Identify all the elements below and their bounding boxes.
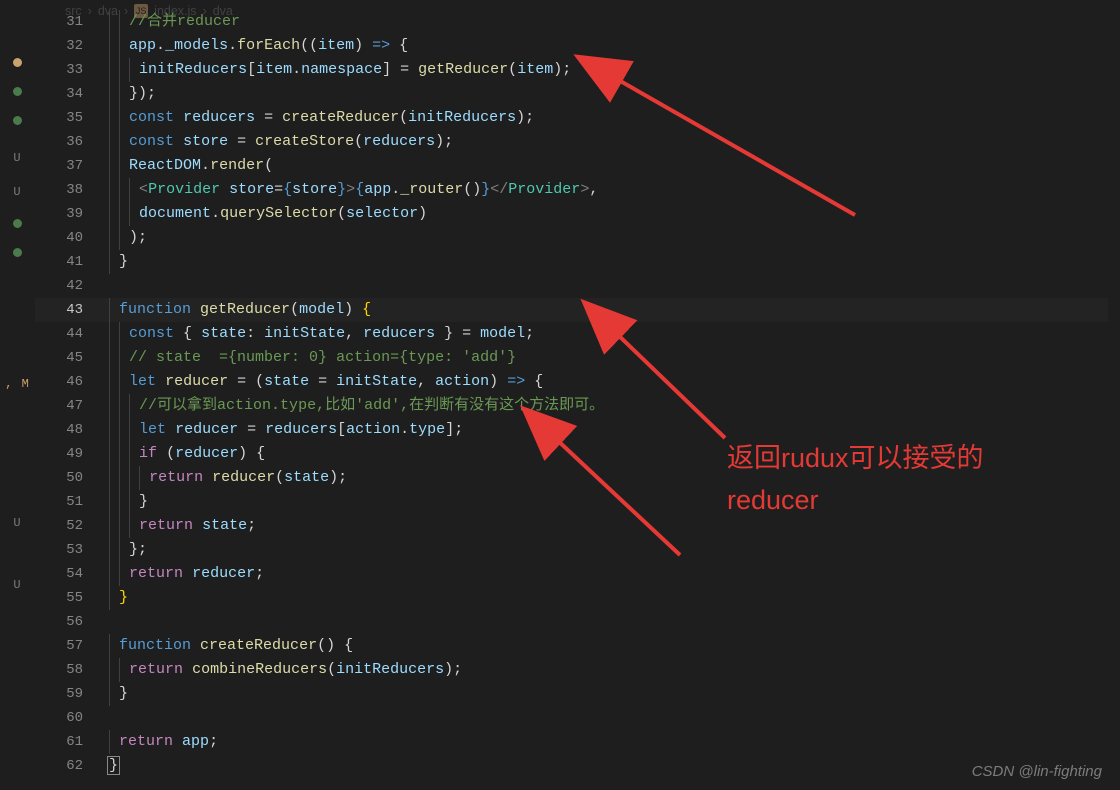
gutter-dot-added-icon [13, 219, 22, 228]
scm-mark: U [0, 151, 35, 165]
line-number[interactable]: 37 [35, 154, 109, 178]
line-number[interactable]: 57 [35, 634, 109, 658]
scm-decoration-rail: U U , M U U [0, 0, 35, 790]
line-number[interactable]: 40 [35, 226, 109, 250]
code-line[interactable]: 46 let reducer = (state = initState, act… [35, 370, 1120, 394]
code-line[interactable]: 33 initReducers[item.namespace] = getRed… [35, 58, 1120, 82]
line-number[interactable]: 52 [35, 514, 109, 538]
code-line[interactable]: 53 }; [35, 538, 1120, 562]
code-content[interactable]: }; [109, 538, 1120, 562]
code-content[interactable]: function getReducer(model) { [109, 298, 1120, 322]
code-line[interactable]: 36 const store = createStore(reducers); [35, 130, 1120, 154]
code-content[interactable]: ); [109, 226, 1120, 250]
code-content[interactable]: } [109, 682, 1120, 706]
line-number[interactable]: 36 [35, 130, 109, 154]
code-line[interactable]: 59 } [35, 682, 1120, 706]
code-content[interactable]: const reducers = createReducer(initReduc… [109, 106, 1120, 130]
line-number[interactable]: 62 [35, 754, 109, 778]
line-number[interactable]: 58 [35, 658, 109, 682]
code-content[interactable]: } [109, 586, 1120, 610]
code-line[interactable]: 31 //合并reducer [35, 10, 1120, 34]
code-content[interactable]: //合并reducer [109, 10, 1120, 34]
line-number[interactable]: 49 [35, 442, 109, 466]
gutter-dot-modified-icon [13, 58, 22, 67]
line-number[interactable]: 54 [35, 562, 109, 586]
code-line[interactable]: 43 function getReducer(model) { [35, 298, 1120, 322]
line-number[interactable]: 35 [35, 106, 109, 130]
line-number[interactable]: 59 [35, 682, 109, 706]
code-content[interactable]: document.querySelector(selector) [109, 202, 1120, 226]
code-area[interactable]: 31 //合并reducer32 app._models.forEach((it… [35, 10, 1120, 790]
line-number[interactable]: 31 [35, 10, 109, 34]
code-content[interactable]: // state ={number: 0} action={type: 'add… [109, 346, 1120, 370]
line-number[interactable]: 55 [35, 586, 109, 610]
code-line[interactable]: 34 }); [35, 82, 1120, 106]
code-line[interactable]: 41 } [35, 250, 1120, 274]
line-number[interactable]: 38 [35, 178, 109, 202]
code-line[interactable]: 39 document.querySelector(selector) [35, 202, 1120, 226]
code-line[interactable]: 61 return app; [35, 730, 1120, 754]
line-number[interactable]: 51 [35, 490, 109, 514]
line-number[interactable]: 46 [35, 370, 109, 394]
code-content[interactable]: return combineReducers(initReducers); [109, 658, 1120, 682]
code-content[interactable]: let reducer = (state = initState, action… [109, 370, 1120, 394]
line-number[interactable]: 60 [35, 706, 109, 730]
code-content[interactable]: return reducer; [109, 562, 1120, 586]
line-number[interactable]: 56 [35, 610, 109, 634]
line-number[interactable]: 45 [35, 346, 109, 370]
code-content[interactable]: function createReducer() { [109, 634, 1120, 658]
line-number[interactable]: 50 [35, 466, 109, 490]
code-line[interactable]: 57 function createReducer() { [35, 634, 1120, 658]
minimap[interactable] [1108, 24, 1120, 790]
code-content[interactable]: ReactDOM.render( [109, 154, 1120, 178]
code-content[interactable]: //可以拿到action.type,比如'add',在判断有没有这个方法即可。 [109, 394, 1120, 418]
editor-pane[interactable]: src › dva › JS index.js › dva 31 //合并red… [35, 0, 1120, 790]
code-line[interactable]: 42 [35, 274, 1120, 298]
code-content[interactable]: <Provider store={store}>{app._router()}<… [109, 178, 1120, 202]
line-number[interactable]: 43 [35, 298, 109, 322]
line-number[interactable]: 61 [35, 730, 109, 754]
code-content[interactable]: const { state: initState, reducers } = m… [109, 322, 1120, 346]
scm-mark: U [0, 185, 35, 199]
code-content[interactable]: } [109, 754, 1120, 778]
code-line[interactable]: 54 return reducer; [35, 562, 1120, 586]
gutter-dot-added-icon [13, 116, 22, 125]
line-number[interactable]: 48 [35, 418, 109, 442]
code-content[interactable]: initReducers[item.namespace] = getReduce… [109, 58, 1120, 82]
code-line[interactable]: 60 [35, 706, 1120, 730]
code-line[interactable]: 45 // state ={number: 0} action={type: '… [35, 346, 1120, 370]
line-number[interactable]: 33 [35, 58, 109, 82]
line-number[interactable]: 44 [35, 322, 109, 346]
code-line[interactable]: 62} [35, 754, 1120, 778]
line-number[interactable]: 32 [35, 34, 109, 58]
code-line[interactable]: 37 ReactDOM.render( [35, 154, 1120, 178]
code-line[interactable]: 44 const { state: initState, reducers } … [35, 322, 1120, 346]
code-line[interactable]: 56 [35, 610, 1120, 634]
code-line[interactable]: 35 const reducers = createReducer(initRe… [35, 106, 1120, 130]
watermark: CSDN @lin-fighting [972, 763, 1102, 780]
gutter-dot-added-icon [13, 87, 22, 96]
code-line[interactable]: 58 return combineReducers(initReducers); [35, 658, 1120, 682]
code-line[interactable]: 40 ); [35, 226, 1120, 250]
line-number[interactable]: 39 [35, 202, 109, 226]
gutter-dot-added-icon [13, 248, 22, 257]
code-content[interactable]: return app; [109, 730, 1120, 754]
scm-mark: U [0, 578, 35, 592]
line-number[interactable]: 34 [35, 82, 109, 106]
code-line[interactable]: 38 <Provider store={store}>{app._router(… [35, 178, 1120, 202]
code-line[interactable]: 55 } [35, 586, 1120, 610]
scm-mark: U [0, 516, 35, 530]
code-content[interactable]: }); [109, 82, 1120, 106]
code-content[interactable]: app._models.forEach((item) => { [109, 34, 1120, 58]
code-line[interactable]: 32 app._models.forEach((item) => { [35, 34, 1120, 58]
line-number[interactable]: 42 [35, 274, 109, 298]
code-line[interactable]: 47 //可以拿到action.type,比如'add',在判断有没有这个方法即… [35, 394, 1120, 418]
line-number[interactable]: 47 [35, 394, 109, 418]
annotation-text: 返回rudux可以接受的 reducer [727, 438, 984, 522]
line-number[interactable]: 41 [35, 250, 109, 274]
line-number[interactable]: 53 [35, 538, 109, 562]
code-content[interactable]: } [109, 250, 1120, 274]
code-content[interactable]: const store = createStore(reducers); [109, 130, 1120, 154]
scm-mark: , M [0, 377, 35, 391]
